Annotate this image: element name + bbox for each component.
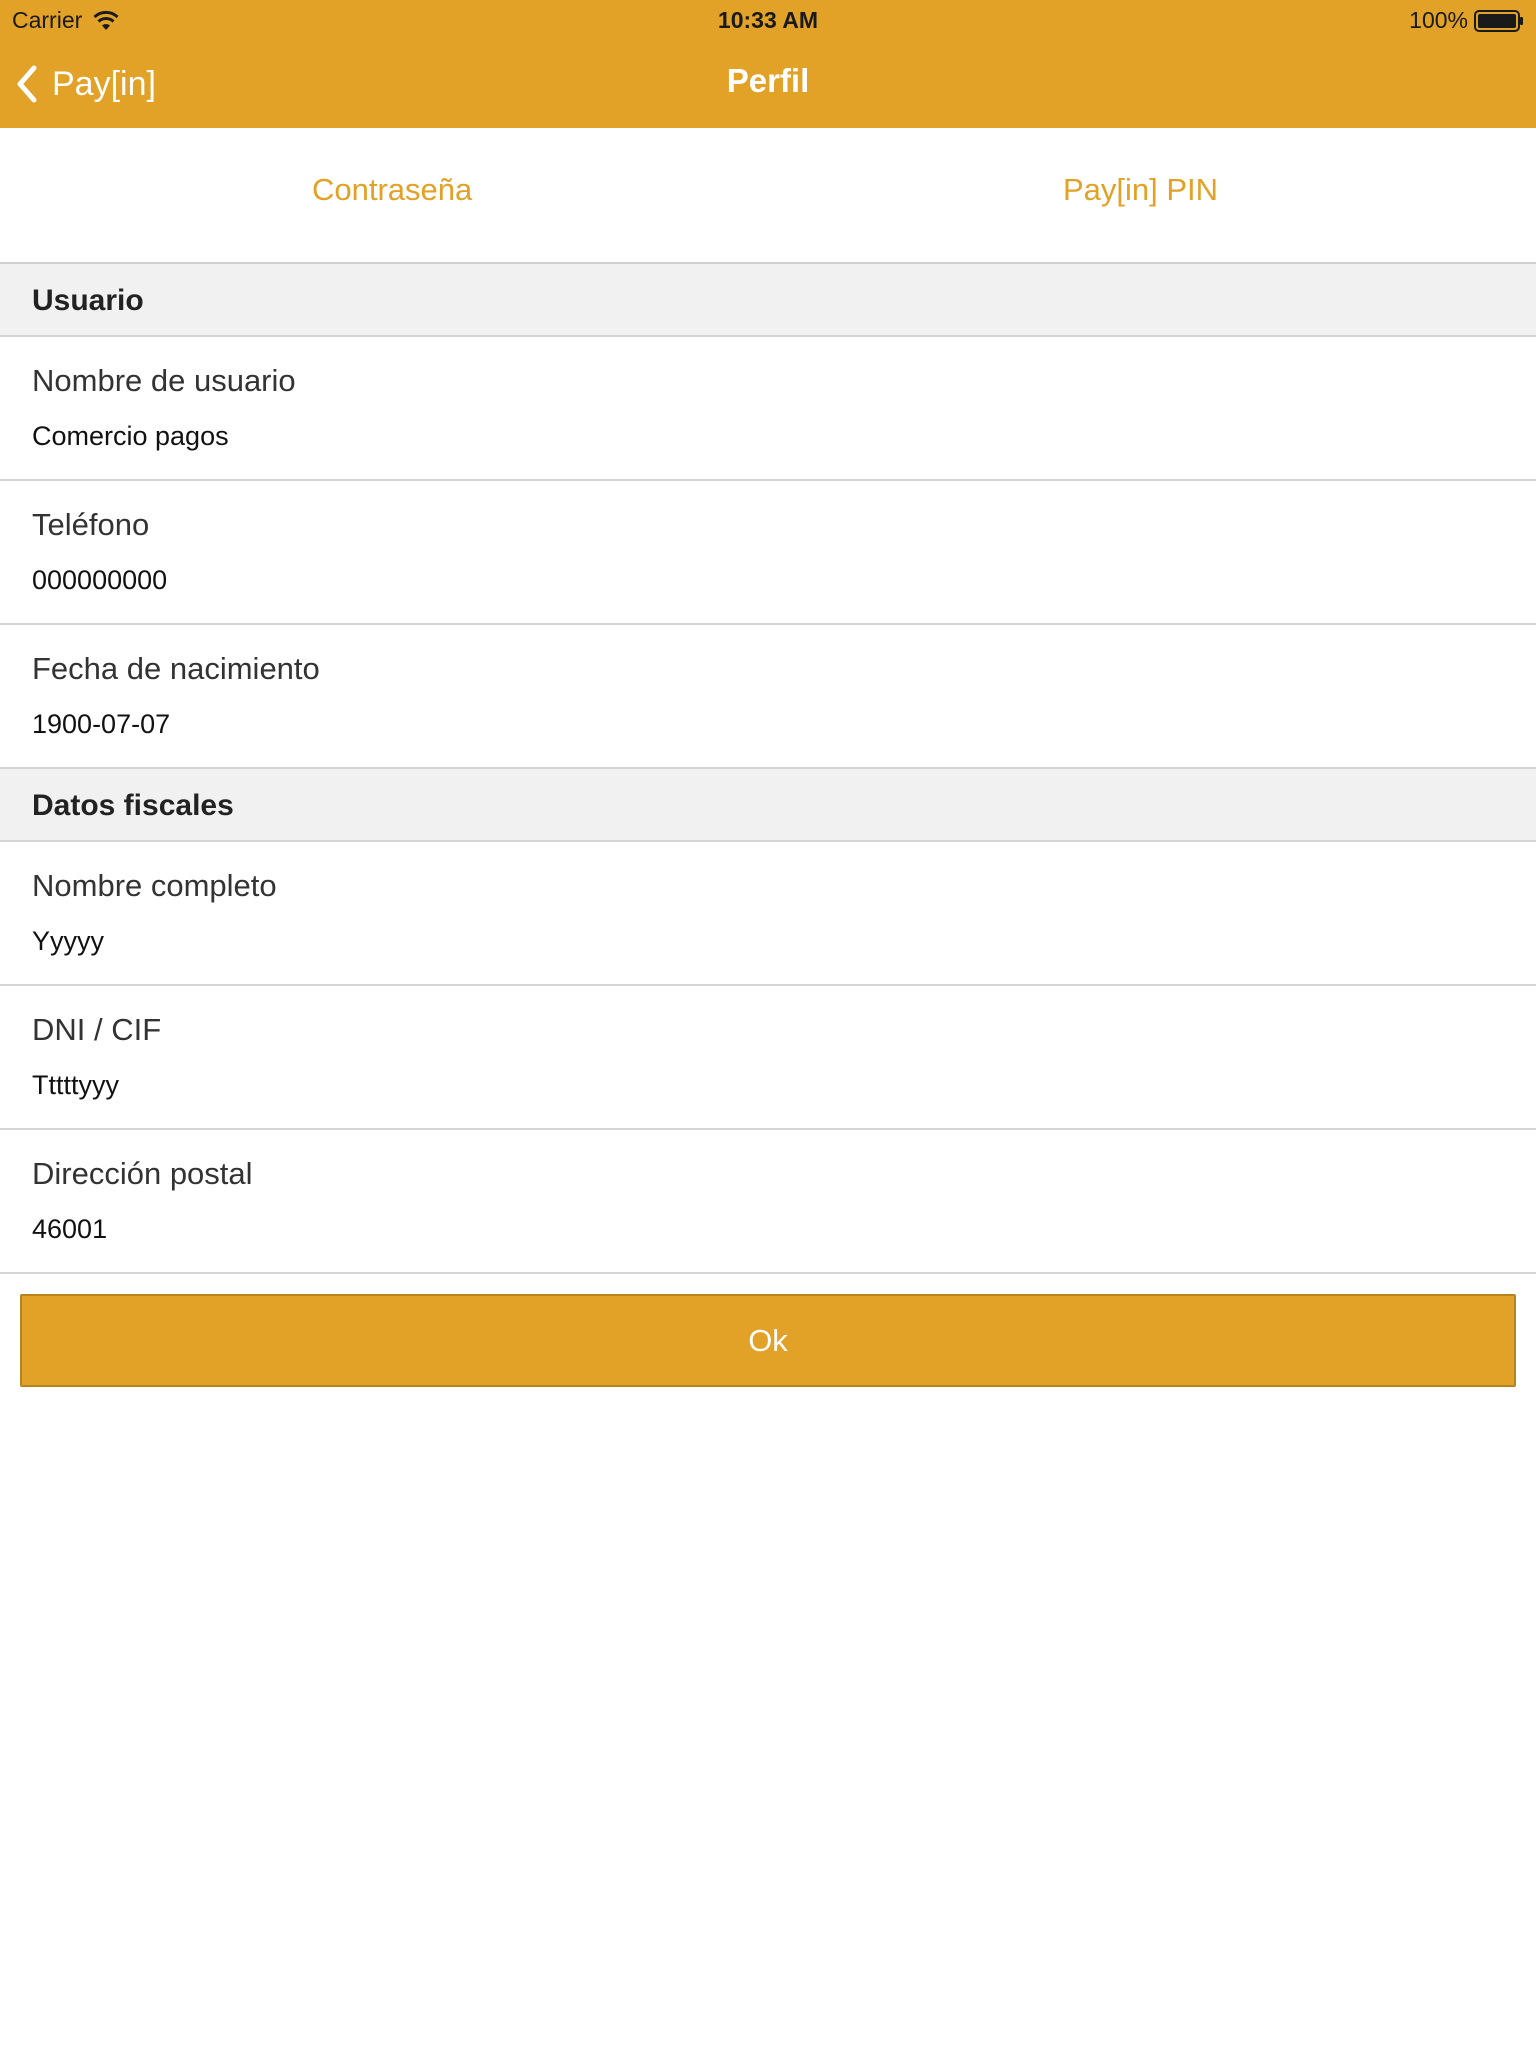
battery-icon [1474, 9, 1523, 32]
navigation-bar: Pay[in] Perfil [0, 40, 1536, 128]
field-row-phone[interactable]: Teléfono 000000000 [0, 481, 1536, 625]
section-title-user: Usuario [32, 284, 144, 317]
field-value: Yyyyy [32, 926, 105, 956]
field-label: Nombre completo [32, 868, 277, 903]
section-title-fiscal: Datos fiscales [32, 789, 234, 822]
field-label: Nombre de usuario [32, 363, 296, 398]
status-bar: Carrier 10:33 AM 100% [0, 0, 1536, 40]
field-label: Teléfono [32, 507, 150, 542]
page-title: Perfil [726, 62, 810, 99]
status-right: 100% [1409, 7, 1524, 34]
field-label: DNI / CIF [32, 1012, 162, 1047]
tab-payin-pin[interactable]: Pay[in] PIN [1063, 172, 1218, 208]
field-row-fullname[interactable]: Nombre completo Yyyyy [0, 842, 1536, 986]
field-row-birthdate[interactable]: Fecha de nacimiento 1900-07-07 [0, 625, 1536, 769]
segment-bar: Contraseña Pay[in] PIN [0, 128, 1536, 264]
section-header-fiscal: Datos fiscales [0, 769, 1536, 842]
field-value: Tttttyyy [32, 1070, 119, 1100]
top-bar: Carrier 10:33 AM 100% Pay[in] Perfil [0, 0, 1536, 128]
field-value: Comercio pagos [32, 421, 229, 451]
status-time: 10:33 AM [717, 7, 819, 33]
field-value: 46001 [32, 1214, 108, 1244]
field-label: Dirección postal [32, 1156, 253, 1191]
field-label: Fecha de nacimiento [32, 651, 320, 686]
section-header-user: Usuario [0, 264, 1536, 337]
tab-password[interactable]: Contraseña [312, 172, 472, 208]
battery-percent: 100% [1409, 7, 1468, 33]
field-value: 000000000 [32, 565, 168, 595]
field-row-username[interactable]: Nombre de usuario Comercio pagos [0, 337, 1536, 481]
field-value: 1900-07-07 [32, 709, 171, 739]
ok-button[interactable]: Ok [20, 1294, 1516, 1387]
field-row-dni-cif[interactable]: DNI / CIF Tttttyyy [0, 986, 1536, 1130]
field-row-postal-address[interactable]: Dirección postal 46001 [0, 1130, 1536, 1274]
